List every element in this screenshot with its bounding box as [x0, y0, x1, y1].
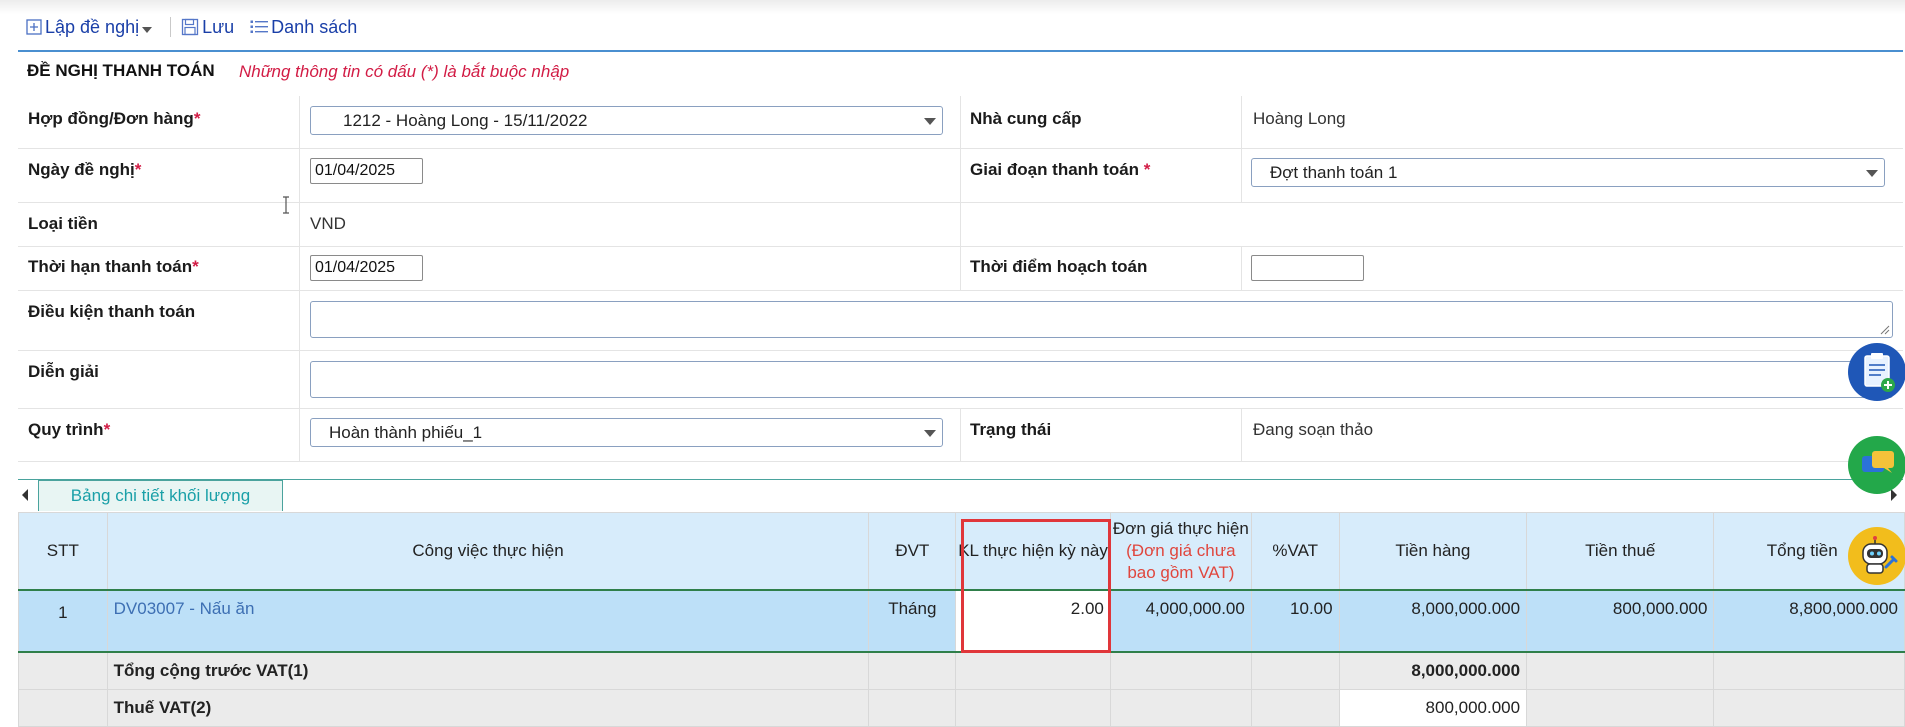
row-contract: Hợp đồng/Đơn hàng* 1212 - Hoàng Long - 1… [18, 96, 1903, 149]
chevron-down-icon [924, 118, 936, 125]
toolbar-divider [170, 17, 172, 37]
cell-unit: Tháng [868, 589, 957, 653]
support-bot-fab[interactable] [1848, 527, 1905, 585]
header-stt: STT [18, 512, 108, 591]
clipboard-add-icon [1864, 353, 1895, 392]
cell-tax: 800,000.000 [1526, 589, 1715, 653]
row-request-date: Ngày đề nghị* 01/04/2025 Giai đoạn thanh… [18, 148, 1903, 203]
supplier-label: Nhà cung cấp [970, 109, 1082, 128]
accounting-time-label: Thời điểm hoạch toán [970, 257, 1148, 276]
chat-fab[interactable] [1848, 436, 1905, 494]
contract-label: Hợp đồng/Đơn hàng* [28, 109, 201, 128]
header-price: Đơn giá thực hiện (Đơn giá chưa bao gồm … [1109, 512, 1252, 591]
row-description: Diễn giải [18, 350, 1903, 409]
chat-icon [1862, 451, 1894, 473]
chevron-down-icon [1866, 170, 1878, 177]
resize-grip-icon [1880, 325, 1890, 335]
vat-row: Thuế VAT(2) 800,000.000 [18, 689, 1905, 727]
save-icon [181, 18, 199, 36]
subtotal-label: Tổng cộng trước VAT(1) [106, 651, 870, 690]
cell-amount: 8,000,000.000 [1338, 589, 1528, 653]
contract-select[interactable]: 1212 - Hoàng Long - 15/11/2022 [310, 106, 943, 135]
tab-scroll-left-icon[interactable] [22, 489, 28, 501]
qty-column-highlight [961, 519, 1111, 653]
toolbar: Lập đề nghị Lưu Danh sách [26, 14, 357, 40]
header-amount: Tiền hàng [1338, 512, 1528, 591]
row-due-date: Thời hạn thanh toán* 01/04/2025 Thời điể… [18, 246, 1903, 291]
workflow-select[interactable]: Hoàn thành phiếu_1 [310, 418, 943, 447]
payment-phase-label: Giai đoạn thanh toán * [970, 160, 1151, 179]
terms-label: Điều kiện thanh toán [28, 302, 196, 321]
vat-value: 800,000.000 [1338, 689, 1528, 727]
status-value: Đang soạn thảo [1253, 420, 1374, 439]
plus-square-icon [26, 19, 42, 35]
text-cursor-icon [283, 196, 289, 214]
description-textarea[interactable] [310, 361, 1893, 398]
workflow-value: Hoàn thành phiếu_1 [329, 423, 483, 442]
header-vat: %VAT [1250, 512, 1340, 591]
cell-price: 4,000,000.00 [1109, 589, 1252, 653]
vat-label: Thuế VAT(2) [106, 689, 870, 727]
workflow-label: Quy trình* [28, 420, 111, 439]
tab-volume-detail[interactable]: Bảng chi tiết khối lượng [38, 480, 283, 511]
currency-value: VND [310, 214, 346, 233]
cell-task-link[interactable]: DV03007 - Nấu ăn [106, 589, 870, 653]
header-unit: ĐVT [868, 512, 957, 591]
detail-tabstrip: Bảng chi tiết khối lượng [18, 479, 1903, 513]
cell-total: 8,800,000.000 [1713, 589, 1905, 653]
header-price-line3: bao gồm VAT) [1127, 563, 1235, 582]
contract-value: 1212 - Hoàng Long - 15/11/2022 [343, 111, 588, 130]
row-terms: Điều kiện thanh toán [18, 290, 1903, 351]
due-date-label: Thời hạn thanh toán* [28, 257, 199, 276]
request-date-label: Ngày đề nghị* [28, 160, 142, 179]
header-price-line2: (Đơn giá chưa [1126, 541, 1236, 560]
create-request-button[interactable]: Lập đề nghị [26, 17, 156, 38]
subtotal-value: 8,000,000.000 [1338, 651, 1528, 690]
accounting-time-input[interactable] [1251, 255, 1364, 281]
list-label: Danh sách [271, 16, 358, 37]
currency-label: Loại tiền [28, 214, 98, 233]
list-icon [250, 20, 269, 33]
supplier-value: Hoàng Long [1253, 109, 1346, 128]
caret-down-icon [142, 27, 153, 33]
header-tax: Tiền thuế [1526, 512, 1715, 591]
save-button[interactable]: Lưu [181, 17, 234, 38]
header-task: Công việc thực hiện [106, 512, 870, 591]
subtotal-row: Tổng cộng trước VAT(1) 8,000,000.000 [18, 651, 1905, 690]
due-date-input[interactable]: 01/04/2025 [310, 255, 423, 281]
payment-phase-value: Đợt thanh toán 1 [1270, 163, 1398, 182]
row-workflow: Quy trình* Hoàn thành phiếu_1 Trạng thái… [18, 408, 1903, 462]
header-price-line1: Đơn giá thực hiện [1112, 519, 1249, 538]
chevron-down-icon [924, 430, 936, 437]
terms-textarea[interactable] [310, 301, 1893, 338]
page-title: ĐỀ NGHỊ THANH TOÁN [27, 61, 215, 80]
create-request-label: Lập đề nghị [45, 16, 140, 37]
payment-phase-select[interactable]: Đợt thanh toán 1 [1251, 158, 1885, 187]
list-button[interactable]: Danh sách [250, 17, 357, 38]
robot-support-icon [1862, 536, 1898, 574]
status-label: Trạng thái [970, 420, 1052, 439]
cell-stt: 1 [18, 589, 108, 653]
required-notice: Những thông tin có dấu (*) là bắt buộc n… [239, 62, 570, 81]
toolbar-underline [18, 50, 1903, 52]
description-label: Diễn giải [28, 362, 99, 381]
request-date-input[interactable]: 01/04/2025 [310, 158, 423, 184]
cell-vat: 10.00 [1250, 589, 1340, 653]
row-currency: Loại tiền VND [18, 196, 1903, 247]
clipboard-add-fab[interactable] [1848, 343, 1905, 401]
save-label: Lưu [202, 16, 235, 37]
window-top-shadow [0, 0, 1905, 14]
